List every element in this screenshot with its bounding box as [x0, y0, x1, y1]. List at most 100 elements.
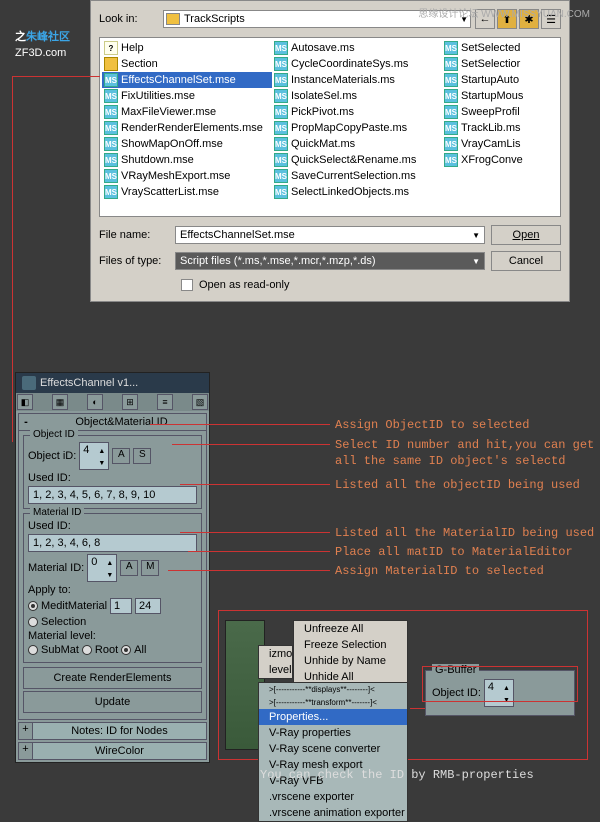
tab-icon[interactable]: ≡ [157, 394, 173, 410]
maxscript-icon: MS [444, 105, 458, 119]
maxscript-icon: MS [274, 169, 288, 183]
matid-to-editor-button[interactable]: M [141, 560, 159, 576]
file-item[interactable]: MSQuickMat.ms [272, 136, 442, 152]
all-radio[interactable] [121, 645, 131, 655]
tab-icon[interactable]: ◐ [87, 394, 103, 410]
maxscript-icon: MS [274, 153, 288, 167]
panel-titlebar[interactable]: EffectsChannel v1... [16, 373, 209, 393]
tab-icon[interactable]: ⊞ [122, 394, 138, 410]
assign-matid-button[interactable]: A [120, 560, 138, 576]
submat-radio[interactable] [28, 645, 38, 655]
tab-icon[interactable]: ◧ [17, 394, 33, 410]
file-item[interactable]: MSCycleCoordinateSys.ms [272, 56, 442, 72]
help-icon: ? [104, 41, 118, 55]
file-item[interactable]: MSStartupMous [442, 88, 561, 104]
medit-to-spinner[interactable]: 24 [135, 598, 161, 614]
lookin-label: Look in: [99, 13, 159, 25]
file-item[interactable]: MSVrayCamLis [442, 136, 561, 152]
properties-item: Properties... [259, 709, 407, 725]
file-item[interactable]: Section [102, 56, 272, 72]
file-item[interactable]: MSSweepProfil [442, 104, 561, 120]
maxscript-icon: MS [104, 153, 118, 167]
file-item[interactable]: MSSaveCurrentSelection.ms [272, 168, 442, 184]
tab-icon[interactable]: ▦ [52, 394, 68, 410]
readonly-checkbox[interactable] [181, 279, 193, 291]
file-item[interactable]: MSRenderRenderElements.mse [102, 120, 272, 136]
file-item[interactable]: MSIsolateSel.ms [272, 88, 442, 104]
file-item[interactable]: MSTrackLib.ms [442, 120, 561, 136]
annotation: Select ID number and hit,you can get [335, 438, 594, 452]
annotation: Listed all the objectID being used [335, 478, 580, 492]
file-item[interactable]: MSShowMapOnOff.mse [102, 136, 272, 152]
file-item[interactable]: MSShutdown.mse [102, 152, 272, 168]
file-item[interactable]: MSXFrogConve [442, 152, 561, 168]
file-item[interactable]: MSStartupAuto [442, 72, 561, 88]
maxscript-icon: MS [444, 73, 458, 87]
update-button[interactable]: Update [23, 691, 202, 713]
effects-channel-panel: EffectsChannel v1... ◧ ▦ ◐ ⊞ ≡ ▧ -Object… [15, 372, 210, 763]
quad-menu-lower[interactable]: >[-----------**displays**--------]< >[--… [258, 682, 408, 822]
file-item[interactable]: MSInstanceMaterials.ms [272, 72, 442, 88]
assign-objectid-button[interactable]: A [112, 448, 130, 464]
wirecolor-rollup[interactable]: +WireColor [18, 742, 207, 760]
file-item[interactable]: MSMaxFileViewer.mse [102, 104, 272, 120]
matlevel-label: Material level: [28, 630, 96, 642]
matid-spinner[interactable]: 0▲▼ [87, 554, 117, 582]
tab-icon[interactable]: ▧ [192, 394, 208, 410]
cancel-button[interactable]: Cancel [491, 251, 561, 271]
annotation: Assign ObjectID to selected [335, 418, 529, 432]
file-item[interactable]: MSVrayScatterList.mse [102, 184, 272, 200]
callout-line [12, 76, 100, 77]
file-item[interactable]: MSAutosave.ms [272, 40, 442, 56]
maxscript-icon: MS [274, 105, 288, 119]
file-item[interactable]: MSQuickSelect&Rename.ms [272, 152, 442, 168]
select-by-id-button[interactable]: S [133, 448, 151, 464]
notes-rollup[interactable]: +Notes: ID for Nodes [18, 722, 207, 740]
filetype-label: Files of type: [99, 255, 169, 267]
filetype-combo[interactable]: Script files (*.ms,*.mse,*.mcr,*.mzp,*.d… [175, 252, 485, 270]
objectid-group: Object ID Object iD: 4▲▼ A S Used ID: 1,… [23, 435, 202, 509]
filename-label: File name: [99, 229, 169, 241]
maxscript-icon: MS [444, 41, 458, 55]
used-objectid-list[interactable]: 1, 2, 3, 4, 5, 6, 7, 8, 9, 10 [28, 486, 197, 504]
sec-icon [104, 57, 118, 71]
maxscript-icon: MS [104, 185, 118, 199]
quad-side: izmo level [258, 645, 293, 679]
filename-input[interactable]: EffectsChannelSet.mse▼ [175, 226, 485, 244]
file-item[interactable]: MSSetSelectior [442, 56, 561, 72]
file-list[interactable]: ?HelpSectionMSEffectsChannelSet.mseMSFix… [99, 37, 561, 217]
maxscript-icon: MS [104, 137, 118, 151]
materialid-group: Material ID Used ID: 1, 2, 3, 4, 6, 8 Ma… [23, 513, 202, 663]
file-item[interactable]: ?Help [102, 40, 272, 56]
file-item[interactable]: MSFixUtilities.mse [102, 88, 272, 104]
watermark: 思缘设计论坛 WWW.MISSYUAN.COM [418, 5, 590, 20]
callout-line [180, 484, 330, 485]
app-icon [22, 376, 36, 390]
selection-radio[interactable] [28, 617, 38, 627]
usedid-label: Used ID: [28, 472, 71, 484]
create-renderelements-button[interactable]: Create RenderElements [23, 667, 202, 689]
used-matid-label: Used ID: [28, 520, 71, 532]
maxscript-icon: MS [104, 105, 118, 119]
annotation: Place all matID to MaterialEditor [335, 545, 573, 559]
callout-line [180, 532, 330, 533]
open-button[interactable]: Open [491, 225, 561, 245]
maxscript-icon: MS [104, 121, 118, 135]
file-item[interactable]: MSEffectsChannelSet.mse [102, 72, 272, 88]
file-item[interactable]: MSSelectLinkedObjects.ms [272, 184, 442, 200]
file-item[interactable]: MSVRayMeshExport.mse [102, 168, 272, 184]
maxscript-icon: MS [104, 89, 118, 103]
medit-radio[interactable] [28, 601, 38, 611]
medit-from-spinner[interactable]: 1 [110, 598, 132, 614]
file-item[interactable]: MSSetSelected [442, 40, 561, 56]
applyto-label: Apply to: [28, 584, 71, 596]
file-open-dialog: Look in: TrackScripts ▼ ← ⬆ ✱ ☰ ?HelpSec… [90, 0, 570, 302]
file-item[interactable]: MSPickPivot.ms [272, 104, 442, 120]
objectid-spinner[interactable]: 4▲▼ [79, 442, 109, 470]
objectid-label: Object iD: [28, 450, 76, 462]
file-item[interactable]: MSPropMapCopyPaste.ms [272, 120, 442, 136]
callout-line [188, 551, 330, 552]
root-radio[interactable] [82, 645, 92, 655]
callout-line [12, 76, 13, 442]
used-matid-list[interactable]: 1, 2, 3, 4, 6, 8 [28, 534, 197, 552]
